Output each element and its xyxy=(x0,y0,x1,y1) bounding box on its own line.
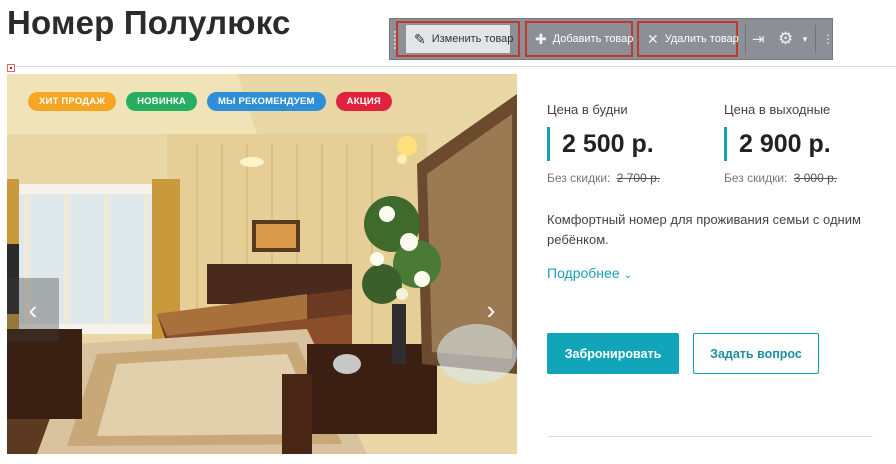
add-product-label: Добавить товар xyxy=(552,33,634,45)
nodiscount-label: Без скидки: xyxy=(724,171,788,185)
more-details-label: Подробнее xyxy=(547,265,620,281)
close-icon: ✕ xyxy=(647,30,659,47)
chevron-left-icon: ‹ xyxy=(28,294,38,325)
weekend-price-label: Цена в выходные xyxy=(724,102,831,117)
ask-question-button[interactable]: Задать вопрос xyxy=(693,333,819,374)
weekday-price-label: Цена в будни xyxy=(547,102,628,117)
toolbar-separator xyxy=(815,25,816,53)
editor-toolbar: ✎ Изменить товар ✚ Добавить товар ✕ Удал… xyxy=(389,18,834,60)
gear-icon[interactable]: ⚙ xyxy=(778,19,793,59)
more-details-link[interactable]: Подробнее ⌄ xyxy=(547,265,632,281)
badges-row: ХИТ ПРОДАЖ НОВИНКА МЫ РЕКОМЕНДУЕМ АКЦИЯ xyxy=(28,92,392,111)
product-description: Комфортный номер для проживания семьи с … xyxy=(547,212,861,247)
pencil-icon: ✎ xyxy=(414,30,426,47)
toolbar-separator xyxy=(745,25,746,53)
page: Номер Полулюкс ✎ Изменить товар ✚ Добави… xyxy=(0,0,896,464)
weekend-price: Цена в выходные 2 900 р. Без скидки: 3 0… xyxy=(724,102,894,185)
section-divider xyxy=(547,436,873,437)
edit-area-marker[interactable] xyxy=(7,64,15,72)
badge-hit: ХИТ ПРОДАЖ xyxy=(28,92,117,111)
chevron-right-icon: › xyxy=(486,294,496,325)
next-slide-button[interactable]: › xyxy=(465,278,517,342)
book-button[interactable]: Забронировать xyxy=(547,333,679,374)
edit-product-button[interactable]: ✎ Изменить товар xyxy=(396,21,520,57)
weekend-price-value: 2 900 р. xyxy=(724,127,894,161)
weekday-old-price: 2 700 р. xyxy=(616,171,661,185)
weekday-price-value: 2 500 р. xyxy=(547,127,717,161)
chevron-down-icon: ⌄ xyxy=(623,270,632,281)
room-photo xyxy=(7,74,517,454)
delete-product-button[interactable]: ✕ Удалить товар xyxy=(637,21,739,57)
weekday-price: Цена в будни 2 500 р. Без скидки: 2 700 … xyxy=(547,102,717,185)
badge-sale: АКЦИЯ xyxy=(335,92,392,111)
content-divider xyxy=(7,66,896,67)
badge-recommend: МЫ РЕКОМЕНДУЕМ xyxy=(206,92,326,111)
chevron-down-icon[interactable]: ▼ xyxy=(801,19,809,59)
prev-slide-button[interactable]: ‹ xyxy=(7,278,59,342)
weekend-nodiscount: Без скидки: 3 000 р. xyxy=(724,171,894,185)
delete-product-label: Удалить товар xyxy=(664,33,739,45)
weekday-nodiscount: Без скидки: 2 700 р. xyxy=(547,171,717,185)
weekend-old-price: 3 000 р. xyxy=(793,171,838,185)
edit-product-label: Изменить товар xyxy=(431,33,514,45)
badge-new: НОВИНКА xyxy=(126,92,197,111)
pin-icon[interactable]: ⇥ xyxy=(752,19,765,59)
product-gallery[interactable]: ХИТ ПРОДАЖ НОВИНКА МЫ РЕКОМЕНДУЕМ АКЦИЯ … xyxy=(7,74,517,454)
nodiscount-label: Без скидки: xyxy=(547,171,611,185)
add-product-button[interactable]: ✚ Добавить товар xyxy=(525,21,633,57)
page-title: Номер Полулюкс xyxy=(7,4,291,41)
plus-icon: ✚ xyxy=(535,30,547,47)
more-icon[interactable]: ⋮ xyxy=(822,19,834,59)
